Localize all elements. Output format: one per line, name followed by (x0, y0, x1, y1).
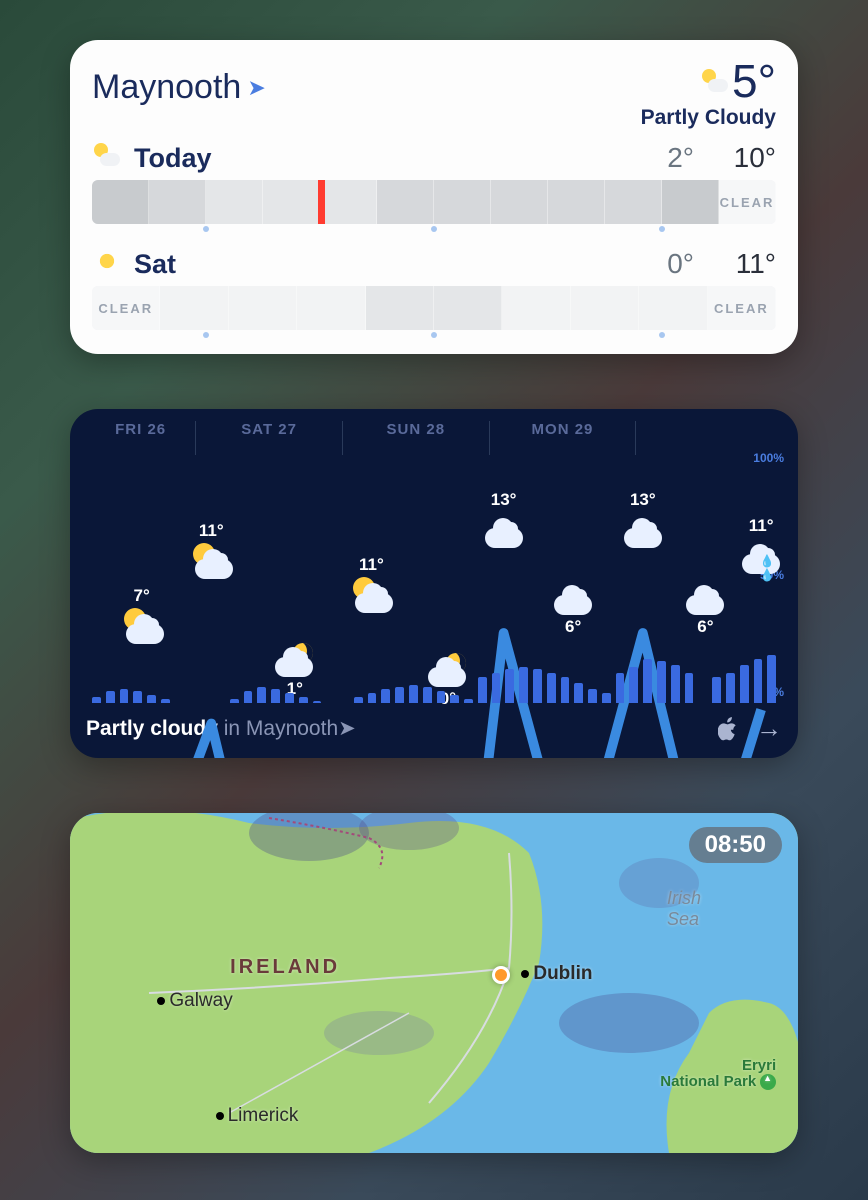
country-label: IRELAND (230, 956, 340, 979)
location-arrow-icon: ➤ (247, 75, 265, 101)
point-temp: 11° (739, 516, 783, 536)
current-time-marker (318, 180, 325, 224)
map-background (70, 813, 798, 1153)
park-label: Eryri National Park (660, 1058, 776, 1091)
point-temp: 7° (120, 586, 164, 606)
precip-bars (86, 653, 782, 703)
high-temp: 10° (706, 142, 776, 174)
forecast-row-sat: Sat 0° 11° CLEAR CLEAR (92, 248, 776, 342)
day-headers: FRI 26 SAT 27 SUN 28 MON 29 (86, 421, 782, 455)
cloud-icon (683, 579, 727, 615)
park-badge-icon (760, 1074, 776, 1090)
city-label-galway: Galway (157, 990, 232, 1012)
forecast-chart-widget[interactable]: FRI 26 SAT 27 SUN 28 MON 29 100% 50% 0% … (70, 409, 798, 758)
point-temp: 13° (482, 490, 526, 510)
point-temp: 6° (551, 617, 595, 637)
point-temp: 13° (621, 490, 665, 510)
pc-sun-icon (120, 608, 164, 644)
pc-sun-icon (349, 577, 393, 613)
forecast-point: 11°💧💧 (739, 516, 783, 574)
rain-icon: 💧💧 (739, 538, 783, 574)
high-temp: 11° (706, 248, 776, 280)
weather-summary-widget[interactable]: Maynooth ➤ 5° Partly Cloudy Today 2° 10°… (70, 40, 798, 354)
day-header: SAT 27 (196, 421, 343, 455)
forecast-point: 11° (349, 555, 393, 613)
clear-segment-label: CLEAR (92, 286, 160, 330)
forecast-point: 6° (551, 579, 595, 637)
forecast-point: 13° (482, 490, 526, 548)
temperature-line-icon (86, 459, 782, 758)
current-condition-text: Partly Cloudy (641, 106, 776, 130)
city-label-dublin: Dublin (521, 963, 592, 985)
partly-cloudy-icon (702, 70, 728, 92)
cloud-icon (621, 512, 665, 548)
day-label: Sat (134, 249, 612, 280)
location-heading[interactable]: Maynooth ➤ (92, 68, 266, 107)
radar-timestamp: 08:50 (689, 827, 782, 863)
forecast-point: 7° (120, 586, 164, 644)
point-temp: 6° (683, 617, 727, 637)
clear-segment-label: CLEAR (708, 286, 776, 330)
radar-map-widget[interactable]: 08:50 IRELAND Irish Sea Eryri National P… (70, 813, 798, 1153)
forecast-chart: 100% 50% 0% 7°11°1°11°0°13°6°13°6°11°💧💧 (86, 459, 782, 699)
cloud-icon (551, 579, 595, 615)
low-temp: 0° (624, 248, 694, 280)
cloud-icon (482, 512, 526, 548)
day-header: MON 29 (490, 421, 637, 455)
hourly-conditions-bar: CLEAR CLEAR (92, 286, 776, 330)
point-temp: 11° (189, 521, 233, 541)
day-header: SUN 28 (343, 421, 490, 455)
forecast-row-today: Today 2° 10° CLEAR (92, 142, 776, 236)
current-temperature: 5° (732, 58, 776, 104)
sea-label: Irish Sea (667, 888, 701, 930)
forecast-point: 11° (189, 521, 233, 579)
hourly-conditions-bar: CLEAR (92, 180, 776, 224)
day-label: Today (134, 143, 612, 174)
point-temp: 11° (349, 555, 393, 575)
location-name: Maynooth (92, 68, 241, 107)
forecast-point: 6° (683, 579, 727, 637)
low-temp: 2° (624, 142, 694, 174)
current-conditions: 5° Partly Cloudy (641, 58, 776, 130)
city-label-limerick: Limerick (216, 1105, 299, 1127)
clear-segment-label: CLEAR (719, 180, 776, 224)
day-header (636, 421, 782, 455)
forecast-point: 13° (621, 490, 665, 548)
partly-cloudy-icon (92, 144, 122, 172)
sunny-icon (92, 250, 122, 278)
pc-sun-icon (189, 543, 233, 579)
day-header: FRI 26 (86, 421, 196, 455)
